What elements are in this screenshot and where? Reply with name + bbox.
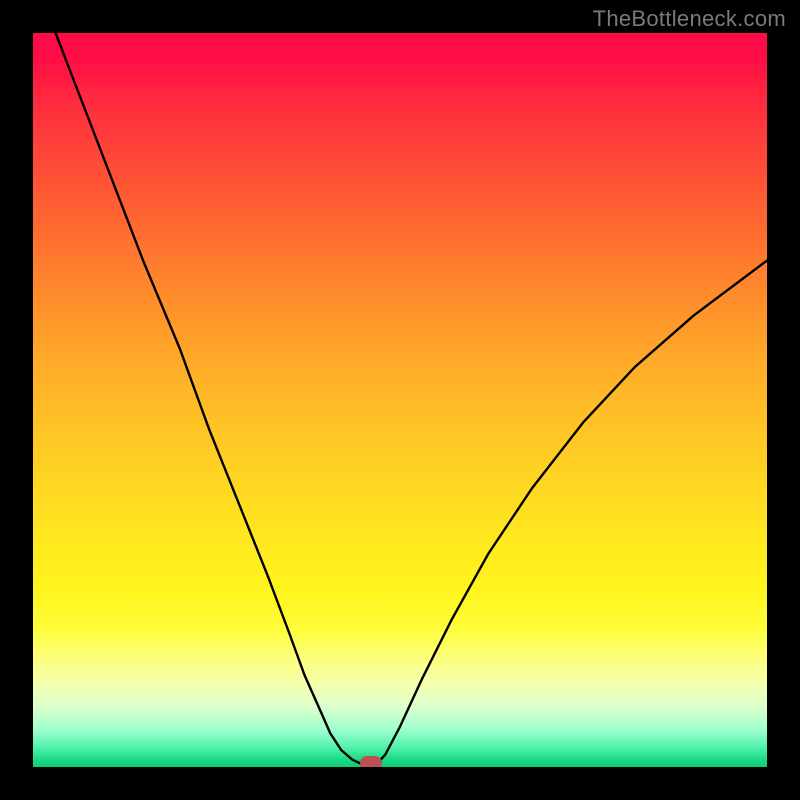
watermark-text: TheBottleneck.com <box>593 6 786 32</box>
curve-svg <box>33 33 767 767</box>
bottleneck-curve <box>33 33 767 766</box>
plot-area <box>33 33 767 767</box>
optimal-marker <box>360 756 382 767</box>
chart-frame: TheBottleneck.com <box>0 0 800 800</box>
